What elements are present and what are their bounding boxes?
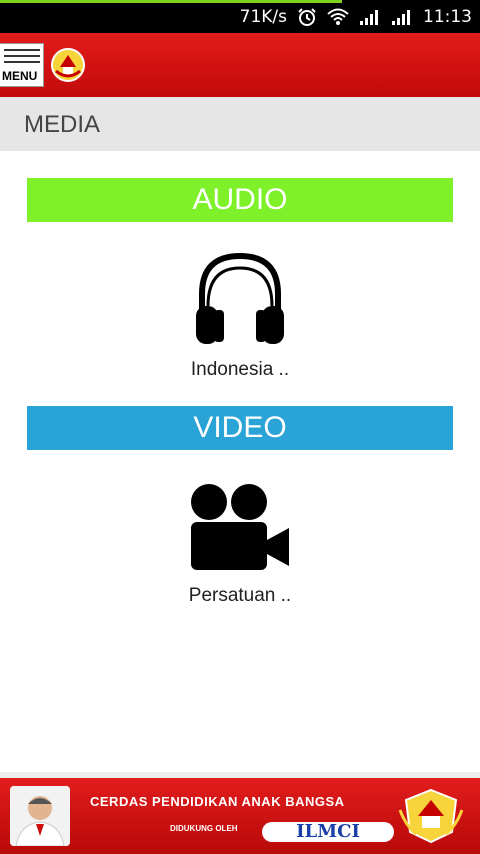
status-bar: 71K/s 11:13: [0, 0, 480, 33]
wifi-icon: [327, 8, 349, 26]
video-camera-icon: [191, 484, 289, 570]
banner-headline: CERDAS PENDIDIKAN ANAK BANGSA: [90, 794, 345, 809]
page-title-bar: MEDIA: [0, 97, 480, 151]
banner-supported-by: DIDUKUNG OLEH: [170, 824, 238, 833]
menu-label: MENU: [2, 69, 38, 83]
ilmci-logo: ILMCI: [262, 822, 394, 842]
signal-icon: [359, 9, 381, 25]
audio-item-caption: Indonesia ..: [190, 359, 290, 380]
video-item-caption: Persatuan ..: [188, 585, 292, 606]
audio-section-header: AUDIO: [27, 178, 453, 222]
ad-banner[interactable]: CERDAS PENDIDIKAN ANAK BANGSA DIDUKUNG O…: [0, 778, 480, 854]
person-photo: [10, 786, 70, 846]
clock: 11:13: [423, 7, 472, 27]
menu-button[interactable]: MENU: [0, 43, 44, 87]
audio-item[interactable]: Indonesia ..: [140, 248, 340, 381]
page-title: MEDIA: [24, 111, 101, 138]
signal-icon: [391, 9, 413, 25]
app-bar: MENU: [0, 33, 480, 97]
banner-crest-logo: [398, 786, 464, 846]
status-progress-line: [0, 0, 342, 3]
video-section-header: VIDEO: [27, 406, 453, 450]
crest-logo: [50, 47, 86, 83]
headphones-icon: [196, 252, 284, 344]
network-speed: 71K/s: [239, 7, 287, 27]
video-item[interactable]: Persatuan ..: [140, 482, 340, 607]
alarm-icon: [297, 7, 317, 27]
hamburger-icon: [4, 49, 40, 51]
